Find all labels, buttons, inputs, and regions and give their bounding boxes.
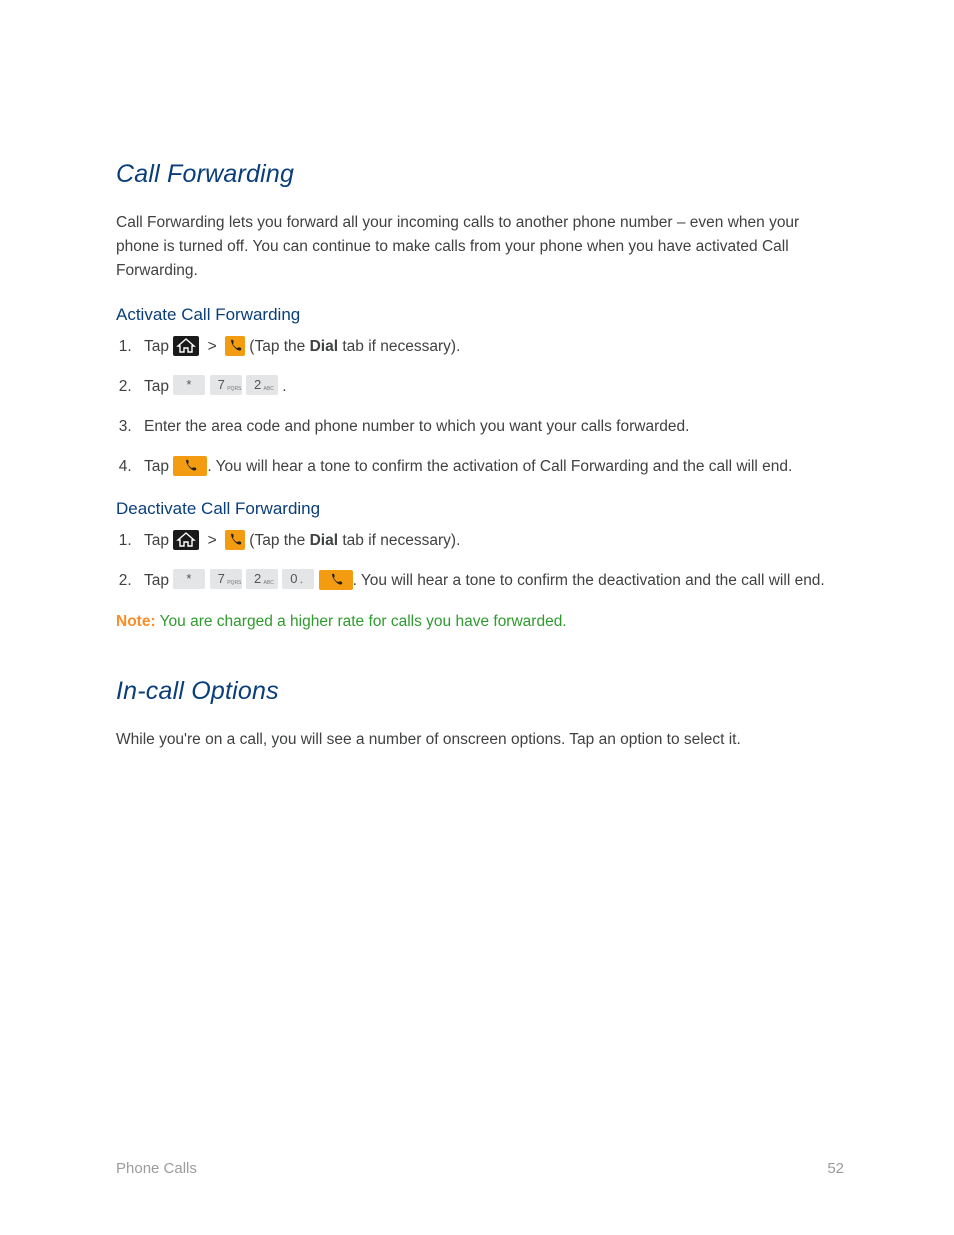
key-glyph: * bbox=[186, 375, 191, 395]
page-footer: Phone Calls 52 bbox=[116, 1160, 844, 1177]
phone-icon bbox=[225, 336, 245, 356]
activate-step-2: Tap * 7PQRS 2ABC . bbox=[136, 375, 844, 399]
text: > bbox=[203, 338, 221, 355]
text: . You will hear a tone to confirm the de… bbox=[353, 572, 825, 589]
call-button-icon bbox=[173, 456, 207, 476]
key-glyph: * bbox=[186, 569, 191, 589]
footer-section: Phone Calls bbox=[116, 1160, 197, 1177]
subheading-activate: Activate Call Forwarding bbox=[116, 305, 844, 325]
key-sup: PQRS bbox=[227, 379, 241, 399]
key-star: * bbox=[173, 375, 205, 395]
deactivate-step-2: Tap * 7PQRS 2ABC 0+ . You will hear a to… bbox=[136, 569, 844, 593]
text: . bbox=[278, 378, 287, 395]
text: (Tap the bbox=[245, 338, 310, 355]
text-bold: Dial bbox=[310, 338, 338, 355]
text: (Tap the bbox=[245, 532, 310, 549]
text: Tap bbox=[144, 338, 173, 355]
key-2: 2ABC bbox=[246, 569, 278, 589]
note-text: You are charged a higher rate for calls … bbox=[156, 613, 567, 630]
activate-step-1: Tap > (Tap the Dial tab if necessary). bbox=[136, 335, 844, 359]
heading-call-forwarding: Call Forwarding bbox=[116, 160, 844, 189]
text: tab if necessary). bbox=[338, 338, 460, 355]
text: Tap bbox=[144, 572, 173, 589]
home-icon bbox=[173, 336, 199, 356]
key-star: * bbox=[173, 569, 205, 589]
key-0: 0+ bbox=[282, 569, 314, 589]
text: Tap bbox=[144, 378, 173, 395]
activate-steps: Tap > (Tap the Dial tab if necessary). T… bbox=[116, 335, 844, 479]
home-icon bbox=[173, 530, 199, 550]
key-sup: PQRS bbox=[227, 573, 241, 593]
text: . You will hear a tone to confirm the ac… bbox=[207, 458, 792, 475]
call-button-icon bbox=[319, 570, 353, 590]
key-2: 2ABC bbox=[246, 375, 278, 395]
key-sup: ABC bbox=[264, 379, 274, 399]
page: Call Forwarding Call Forwarding lets you… bbox=[0, 0, 954, 1235]
text: Tap bbox=[144, 532, 173, 549]
activate-step-3: Enter the area code and phone number to … bbox=[136, 415, 844, 439]
key-glyph: 7 bbox=[218, 569, 225, 589]
activate-step-4: Tap . You will hear a tone to confirm th… bbox=[136, 455, 844, 479]
intro-in-call-options: While you're on a call, you will see a n… bbox=[116, 728, 844, 752]
text: tab if necessary). bbox=[338, 532, 460, 549]
text: Tap bbox=[144, 458, 173, 475]
heading-in-call-options: In-call Options bbox=[116, 677, 844, 706]
key-sup: + bbox=[300, 573, 303, 593]
phone-icon bbox=[225, 530, 245, 550]
key-sup: ABC bbox=[264, 573, 274, 593]
footer-page-number: 52 bbox=[827, 1160, 844, 1177]
note: Note: You are charged a higher rate for … bbox=[116, 613, 844, 631]
subheading-deactivate: Deactivate Call Forwarding bbox=[116, 499, 844, 519]
key-7: 7PQRS bbox=[210, 569, 242, 589]
key-glyph: 2 bbox=[254, 375, 261, 395]
text: > bbox=[203, 532, 221, 549]
deactivate-step-1: Tap > (Tap the Dial tab if necessary). bbox=[136, 529, 844, 553]
key-glyph: 7 bbox=[218, 375, 225, 395]
deactivate-steps: Tap > (Tap the Dial tab if necessary). T… bbox=[116, 529, 844, 593]
intro-call-forwarding: Call Forwarding lets you forward all you… bbox=[116, 211, 844, 283]
key-7: 7PQRS bbox=[210, 375, 242, 395]
key-glyph: 0 bbox=[290, 569, 297, 589]
text-bold: Dial bbox=[310, 532, 338, 549]
key-glyph: 2 bbox=[254, 569, 261, 589]
note-label: Note: bbox=[116, 613, 156, 630]
